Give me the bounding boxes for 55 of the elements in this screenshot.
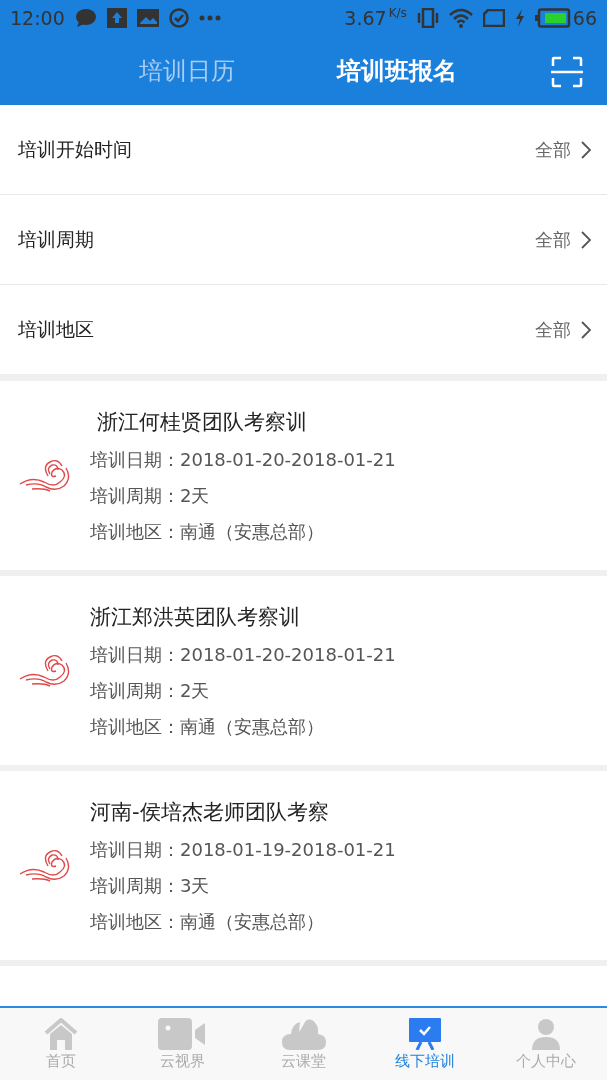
chevron-right-icon[interactable] <box>581 140 591 159</box>
scan-icon[interactable] <box>551 56 583 88</box>
filter-value[interactable]: 全部 <box>535 317 571 342</box>
image-icon <box>136 9 159 27</box>
header-tab[interactable]: 培训日历 <box>139 54 235 87</box>
filter-label: 培训周期 <box>18 226 95 252</box>
course-detail: 培训地区：南通（安惠总部） <box>90 909 325 934</box>
course-title: 浙江郑洪英团队考察训 <box>90 603 301 631</box>
filter-label: 培训开始时间 <box>18 136 133 162</box>
course-detail: 培训周期：3天 <box>90 873 211 898</box>
video-camera-icon <box>158 1017 207 1050</box>
cloud-icon <box>281 1017 326 1050</box>
home-icon <box>43 1017 78 1050</box>
nav-tab[interactable]: 云视界 <box>121 1008 243 1080</box>
check-circle-icon <box>168 8 189 28</box>
course-card[interactable]: 河南-侯培杰老师团队考察 培训日期：2018-01-19-2018-01-21 培训周期：3天 培训地区：南通（安惠总部） <box>0 771 607 961</box>
course-detail: 培训地区：南通（安惠总部） <box>90 519 325 544</box>
vibrate-icon <box>416 8 439 28</box>
cloud-icon <box>18 457 72 494</box>
nav-tab[interactable]: 个人中心 <box>485 1008 607 1080</box>
course-detail: 培训日期：2018-01-20-2018-01-21 <box>90 642 396 667</box>
course-title: 浙江何桂贤团队考察训 <box>95 408 308 436</box>
course-card[interactable] <box>0 966 607 1007</box>
chat-icon <box>74 8 97 28</box>
chevron-right-icon[interactable] <box>581 230 591 249</box>
presentation-board-icon <box>408 1017 441 1050</box>
course-detail: 培训周期：2天 <box>90 483 211 508</box>
status-time: 12:00 <box>10 7 65 29</box>
sim-card-icon <box>482 9 505 27</box>
upload-icon <box>106 8 127 28</box>
charging-icon <box>514 9 525 27</box>
battery-icon <box>534 8 571 28</box>
course-card[interactable]: 浙江郑洪英团队考察训 培训日期：2018-01-20-2018-01-21 培训周期：2天 培训地区：南通（安惠总部） <box>0 576 607 766</box>
chevron-right-icon[interactable] <box>581 320 591 339</box>
network-speed: 3.67 <box>344 7 387 29</box>
course-card[interactable]: 浙江何桂贤团队考察训 培训日期：2018-01-20-2018-01-21 培训周期：2天 培训地区：南通（安惠总部） <box>0 381 607 571</box>
cloud-icon <box>18 847 72 884</box>
course-detail: 培训周期：2天 <box>90 678 211 703</box>
nav-tab[interactable]: 云课堂 <box>242 1008 365 1080</box>
course-detail: 培训日期：2018-01-20-2018-01-21 <box>90 447 396 472</box>
header-tab[interactable]: 培训班报名 <box>337 54 457 87</box>
course-title: 河南-侯培杰老师团队考察 <box>90 798 330 826</box>
course-detail: 培训地区：南通（安惠总部） <box>90 714 325 739</box>
nav-tab[interactable]: 首页 <box>0 1008 122 1080</box>
filter-value[interactable]: 全部 <box>535 137 571 162</box>
nav-tab[interactable]: 线下培训 <box>364 1008 486 1080</box>
filter-value[interactable]: 全部 <box>535 227 571 252</box>
filter-label: 培训地区 <box>18 316 95 342</box>
course-detail: 培训日期：2018-01-19-2018-01-21 <box>90 837 396 862</box>
wifi-icon <box>448 8 473 28</box>
more-icon <box>198 15 221 21</box>
battery-percent: 66 <box>572 7 597 29</box>
person-icon <box>530 1017 563 1050</box>
speed-unit: K/s <box>388 6 407 20</box>
cloud-icon <box>18 652 72 689</box>
